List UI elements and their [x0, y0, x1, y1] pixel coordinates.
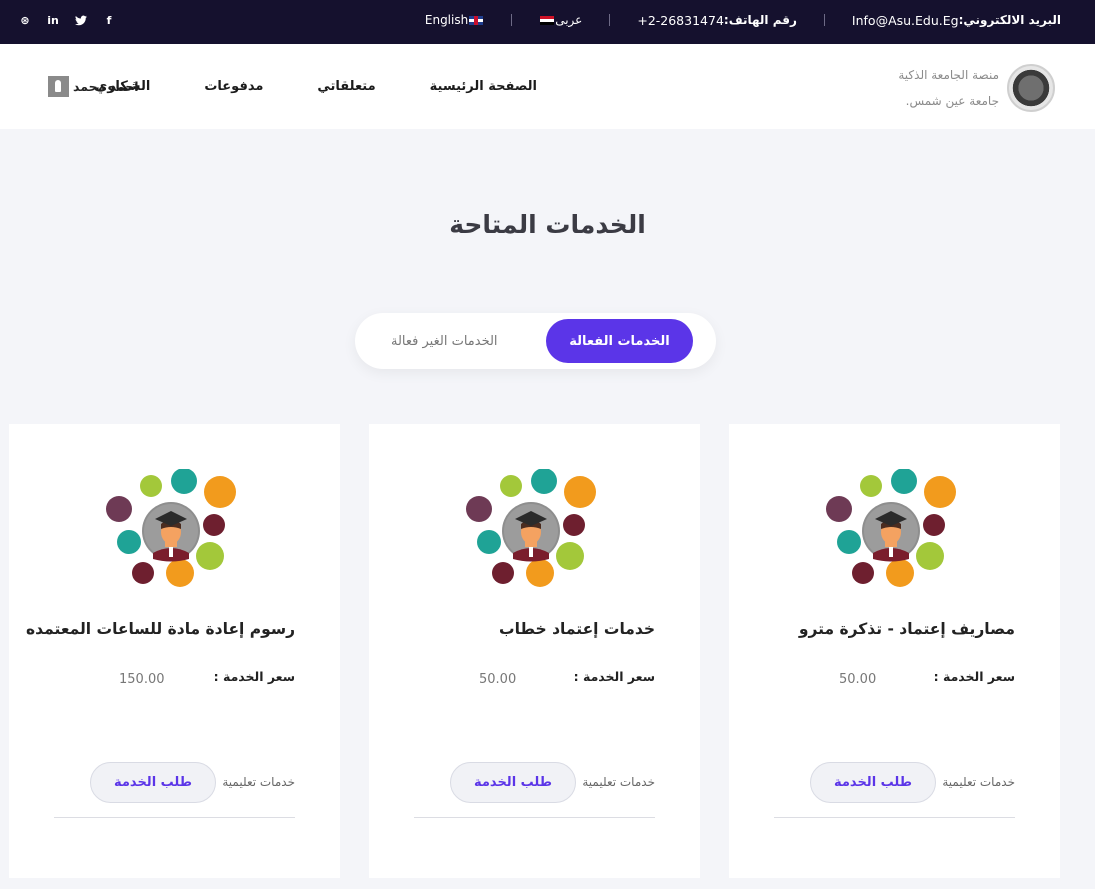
service-category: خدمات تعليمية: [222, 775, 295, 789]
service-tabs: الخدمات الفعالة الخدمات الغير فعالة: [355, 313, 716, 369]
service-card: خدمات إعتماد خطاب سعر الخدمة : 50.00 خدم…: [369, 424, 700, 878]
uk-flag-icon: [469, 15, 484, 25]
phone-value: +2-26831474: [637, 12, 724, 28]
nav-my-items[interactable]: متعلقاتي: [317, 79, 375, 94]
price-label: سعر الخدمة :: [573, 669, 655, 684]
main-header: منصة الجامعة الذكية جامعة عين شمس. الصفح…: [0, 44, 1095, 129]
tab-inactive-services[interactable]: الخدمات الغير فعالة: [391, 319, 498, 363]
lang-ar-label: عربى: [555, 13, 583, 27]
user-name: احمد محمد: [73, 79, 139, 94]
phone-item: رقم الهاتف: +2-26831474: [637, 13, 797, 28]
nav-payments[interactable]: مدفوعات: [204, 79, 263, 94]
brand-text: منصة الجامعة الذكية جامعة عين شمس.: [898, 62, 999, 114]
egypt-flag-icon: [540, 15, 555, 25]
contact-info: البريد الالكتروني: Info@Asu.Edu.Eg رقم ا…: [425, 0, 1061, 40]
price-label: سعر الخدمة :: [213, 669, 295, 684]
graduate-illustration-icon: [465, 468, 600, 587]
graduate-illustration-icon: [105, 468, 240, 587]
email-item: البريد الالكتروني: Info@Asu.Edu.Eg: [852, 13, 1061, 28]
facebook-icon[interactable]: f: [102, 13, 116, 27]
price-label: سعر الخدمة :: [933, 669, 1015, 684]
service-name: خدمات إعتماد خطاب: [499, 620, 655, 638]
user-menu[interactable]: احمد محمد: [48, 76, 139, 97]
graduate-illustration-icon: [825, 468, 960, 587]
linkedin-icon[interactable]: in: [46, 13, 60, 27]
divider: [511, 14, 513, 26]
service-category: خدمات تعليمية: [582, 775, 655, 789]
lang-en-link[interactable]: English: [425, 13, 484, 27]
request-service-button[interactable]: طلب الخدمة: [810, 762, 936, 803]
tab-active-services[interactable]: الخدمات الفعالة: [546, 319, 693, 363]
email-label: البريد الالكتروني:: [958, 13, 1061, 27]
phone-label: رقم الهاتف:: [723, 13, 797, 27]
request-service-button[interactable]: طلب الخدمة: [90, 762, 216, 803]
service-name: مصاريف إعتماد - تذكرة مترو: [798, 620, 1015, 638]
service-card: رسوم إعادة مادة للساعات المعتمده سعر الخ…: [9, 424, 340, 878]
price-value: 50.00: [839, 672, 877, 687]
twitter-icon[interactable]: [74, 13, 88, 27]
service-category: خدمات تعليمية: [942, 775, 1015, 789]
divider: [823, 14, 825, 26]
user-avatar-icon: [48, 76, 69, 97]
service-name: رسوم إعادة مادة للساعات المعتمده: [26, 620, 295, 638]
price-value: 50.00: [479, 672, 517, 687]
lang-en-label: English: [424, 13, 469, 27]
social-links: ⊛ in f: [18, 0, 116, 40]
price-value: 150.00: [119, 672, 165, 687]
brand-line2: جامعة عين شمس.: [905, 94, 999, 108]
dribbble-icon[interactable]: ⊛: [18, 13, 32, 27]
brand-line1: منصة الجامعة الذكية: [898, 68, 999, 82]
page-title: الخدمات المتاحة: [449, 210, 646, 239]
top-bar: ⊛ in f البريد الالكتروني: Info@Asu.Edu.E…: [0, 0, 1095, 44]
divider: [774, 817, 1015, 818]
nav-home[interactable]: الصفحة الرئيسية: [430, 79, 537, 94]
divider: [54, 817, 295, 818]
request-service-button[interactable]: طلب الخدمة: [450, 762, 576, 803]
email-value[interactable]: Info@Asu.Edu.Eg: [852, 13, 959, 28]
service-card: مصاريف إعتماد - تذكرة مترو سعر الخدمة : …: [729, 424, 1060, 878]
lang-ar-link[interactable]: عربى: [539, 13, 582, 27]
divider: [609, 14, 611, 26]
brand[interactable]: منصة الجامعة الذكية جامعة عين شمس.: [898, 62, 1055, 114]
divider: [414, 817, 655, 818]
university-logo: [1007, 64, 1055, 112]
